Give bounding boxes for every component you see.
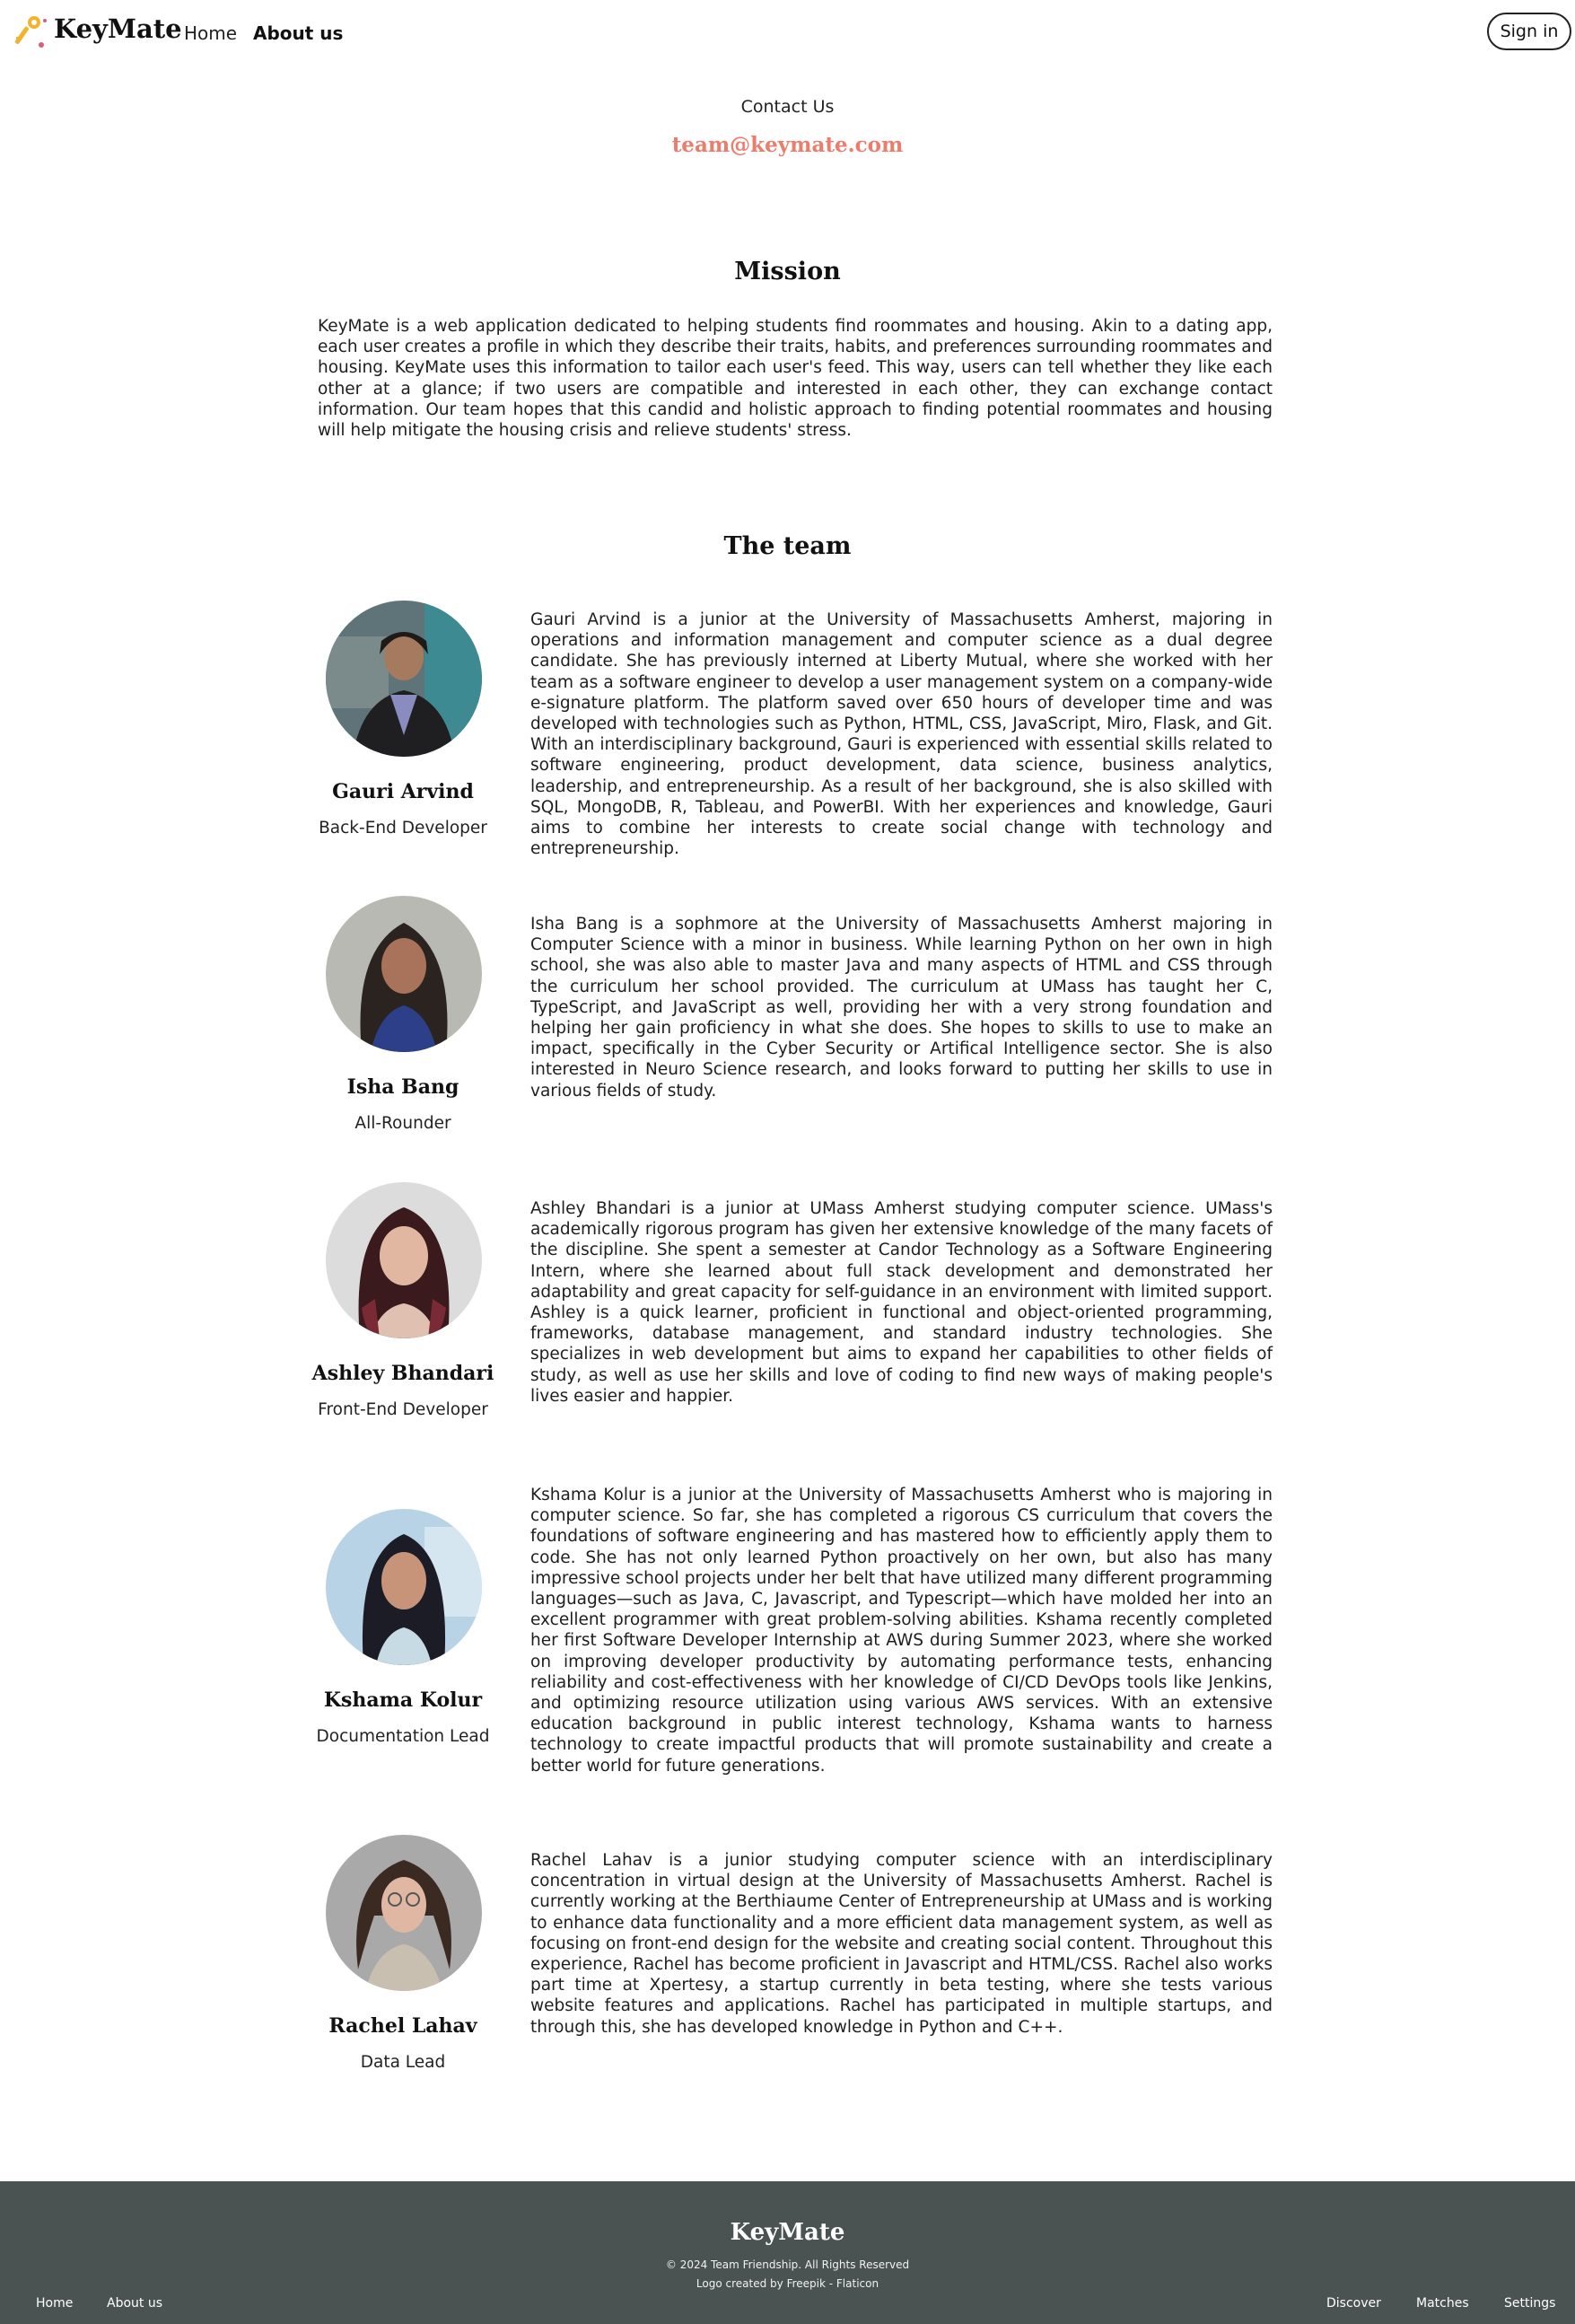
member-role: All-Rounder xyxy=(354,1114,451,1133)
footer-matches-link[interactable]: Matches xyxy=(1416,2296,1469,2311)
member-photo xyxy=(326,1182,482,1338)
team-heading: The team xyxy=(723,532,852,560)
member-name: Gauri Arvind xyxy=(332,780,474,803)
member-photo xyxy=(326,601,482,757)
member-bio: Isha Bang is a sophmore at the Universit… xyxy=(530,915,1273,1101)
member-photo xyxy=(326,896,482,1052)
member-role: Documentation Lead xyxy=(316,1727,490,1746)
footer-about-link[interactable]: About us xyxy=(107,2296,162,2311)
key-logo-icon[interactable] xyxy=(14,15,50,51)
footer-home-link[interactable]: Home xyxy=(36,2296,73,2311)
footer-copyright: © 2024 Team Friendship. All Rights Reser… xyxy=(665,2258,910,2271)
member-bio: Ashley Bhandari is a junior at UMass Amh… xyxy=(530,1199,1273,1406)
member-name: Ashley Bhandari xyxy=(311,1362,494,1385)
contact-email-link[interactable]: team@keymate.com xyxy=(0,133,1575,157)
footer: KeyMate © 2024 Team Friendship. All Righ… xyxy=(0,2181,1575,2324)
nav-about-link[interactable]: About us xyxy=(253,22,343,44)
top-nav-bar: KeyMate Home About us Sign in xyxy=(0,0,1575,65)
member-name: Kshama Kolur xyxy=(323,1688,483,1712)
footer-discover-link[interactable]: Discover xyxy=(1326,2296,1381,2311)
footer-logo-credit[interactable]: Logo created by Freepik - Flaticon xyxy=(0,2277,1575,2290)
footer-brand: KeyMate xyxy=(730,2219,845,2246)
mission-text: KeyMate is a web application dedicated t… xyxy=(318,317,1273,441)
member-bio: Gauri Arvind is a junior at the Universi… xyxy=(530,610,1273,859)
member-role: Data Lead xyxy=(360,2053,446,2072)
member-name: Rachel Lahav xyxy=(328,2014,477,2038)
member-role: Back-End Developer xyxy=(319,819,487,838)
nav-home-link[interactable]: Home xyxy=(184,22,237,44)
member-role: Front-End Developer xyxy=(318,1400,488,1419)
member-name: Isha Bang xyxy=(346,1075,459,1099)
member-photo xyxy=(326,1835,482,1991)
mission-heading: Mission xyxy=(734,258,841,285)
brand-name[interactable]: KeyMate xyxy=(54,13,182,44)
contact-label: Contact Us xyxy=(740,97,835,117)
member-bio: Kshama Kolur is a junior at the Universi… xyxy=(530,1486,1273,1776)
sign-in-button[interactable]: Sign in xyxy=(1487,13,1571,50)
member-bio: Rachel Lahav is a junior studying comput… xyxy=(530,1851,1273,2037)
member-photo xyxy=(326,1509,482,1665)
footer-settings-link[interactable]: Settings xyxy=(1504,2296,1555,2311)
